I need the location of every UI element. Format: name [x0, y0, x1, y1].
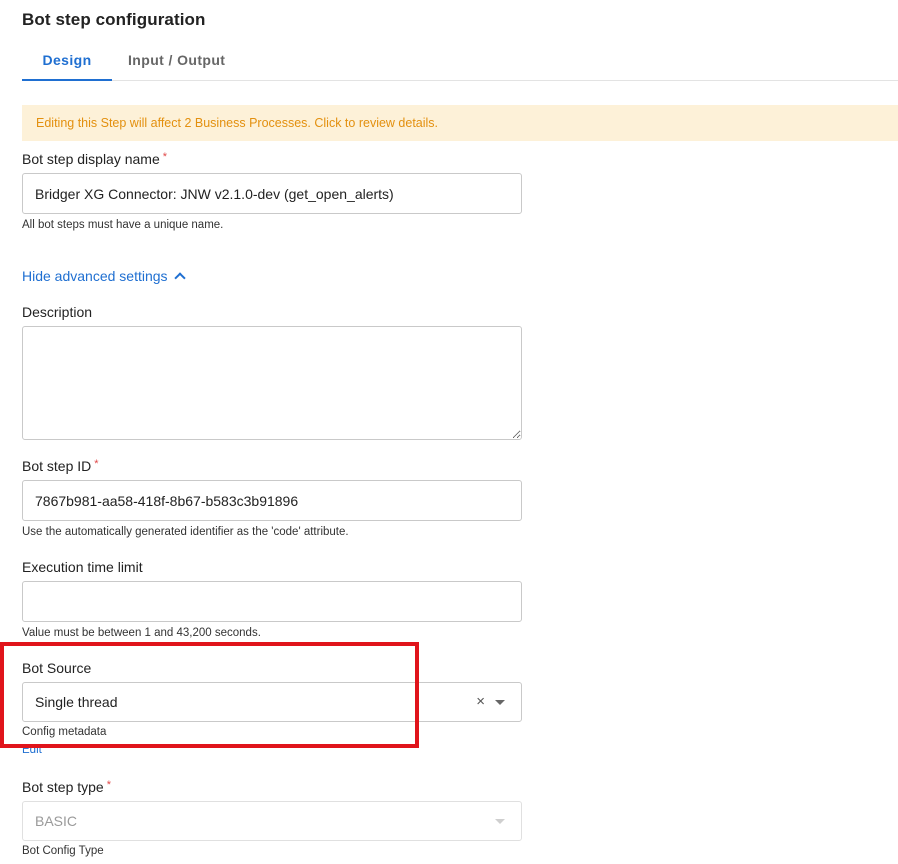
bot-source-label: Bot Source — [22, 660, 92, 676]
display-name-label: Bot step display name * — [22, 151, 168, 167]
clear-icon[interactable]: × — [476, 683, 485, 721]
required-mark: * — [94, 458, 99, 470]
step-id-label: Bot step ID * — [22, 458, 99, 474]
hide-advanced-settings-link[interactable]: Hide advanced settings — [22, 268, 186, 284]
step-type-label: Bot step type * — [22, 779, 111, 795]
chevron-down-icon — [495, 819, 505, 824]
required-mark: * — [106, 779, 111, 791]
step-id-help: Use the automatically generated identifi… — [22, 526, 349, 538]
required-mark: * — [162, 151, 168, 163]
tab-design[interactable]: Design — [22, 40, 112, 81]
display-name-help: All bot steps must have a unique name. — [22, 219, 224, 231]
display-name-field[interactable] — [22, 173, 522, 214]
step-type-select: BASIC — [22, 801, 522, 841]
bot-source-help: Config metadata — [22, 726, 107, 738]
bot-source-value: Single thread — [35, 694, 118, 710]
time-limit-help: Value must be between 1 and 43,200 secon… — [22, 627, 261, 639]
step-type-value: BASIC — [35, 813, 78, 829]
time-limit-label: Execution time limit — [22, 559, 143, 575]
edit-config-link[interactable]: Edit — [22, 744, 42, 756]
affected-processes-banner[interactable]: Editing this Step will affect 2 Business… — [22, 105, 898, 141]
chevron-down-icon[interactable] — [495, 700, 505, 705]
time-limit-field[interactable] — [22, 581, 522, 622]
page-title: Bot step configuration — [22, 10, 206, 29]
bot-source-select[interactable]: Single thread × — [22, 682, 522, 722]
tab-bar: Design Input / Output — [22, 40, 898, 81]
step-id-field[interactable] — [22, 480, 522, 521]
tab-input-output[interactable]: Input / Output — [128, 40, 225, 80]
description-label: Description — [22, 304, 93, 320]
step-type-help: Bot Config Type — [22, 845, 104, 857]
chevron-up-icon — [173, 272, 186, 284]
description-field[interactable] — [22, 326, 522, 440]
